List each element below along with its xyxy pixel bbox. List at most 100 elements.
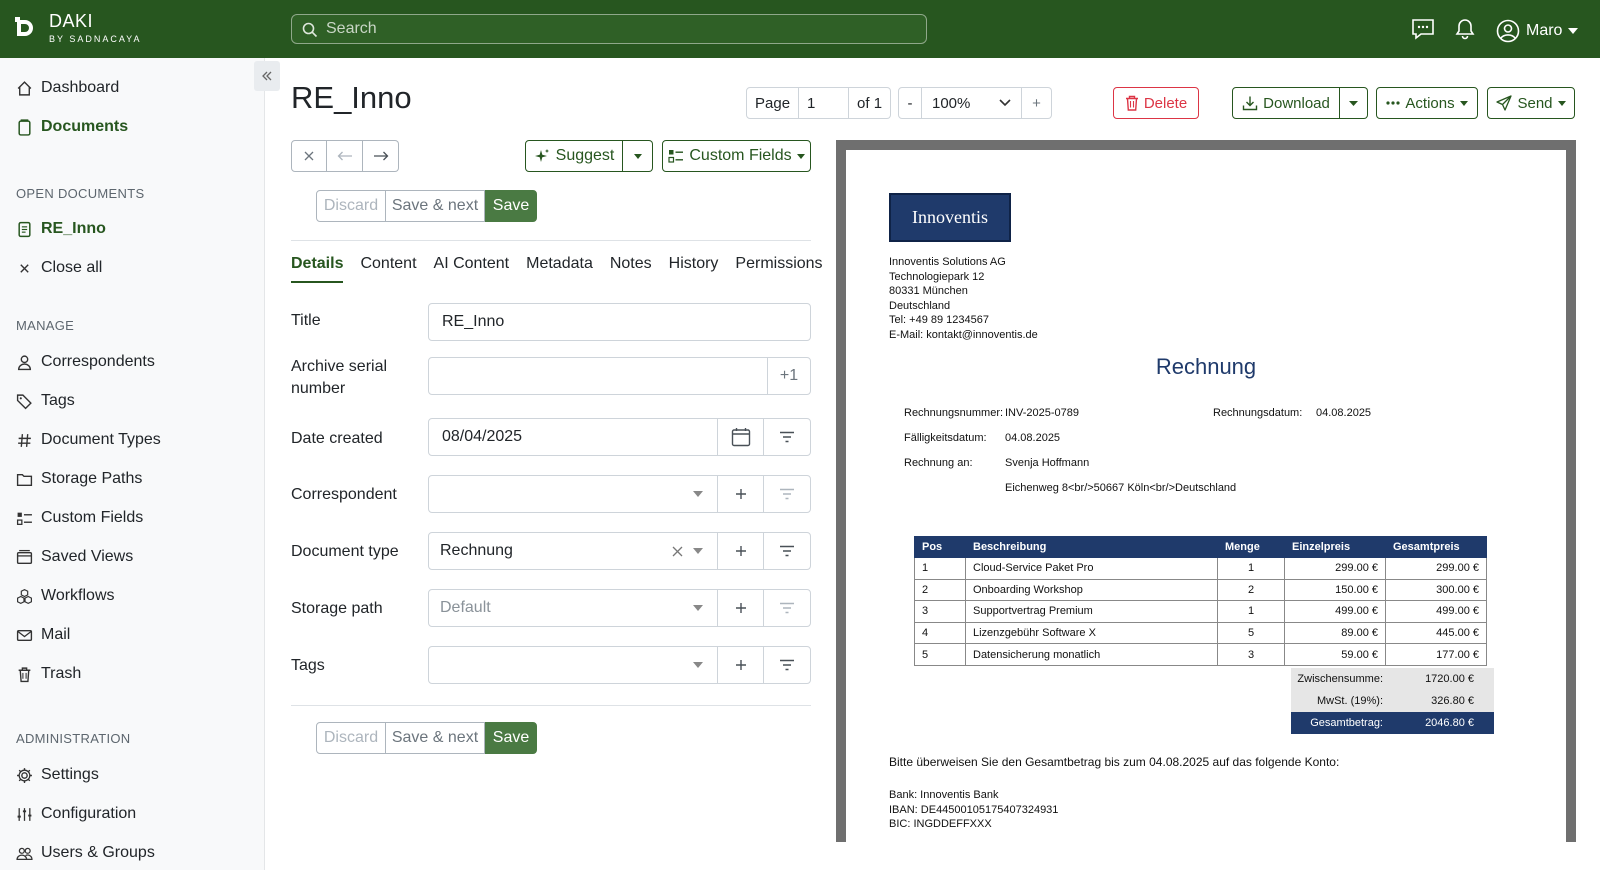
- save-next-button[interactable]: Save & next: [386, 190, 485, 222]
- sidebar-item-tags[interactable]: Tags: [16, 389, 75, 413]
- storage-path-filter-button[interactable]: [763, 589, 811, 627]
- download-options-button[interactable]: [1340, 87, 1368, 119]
- sidebar-item-label: Saved Views: [41, 548, 134, 565]
- discard-button[interactable]: Discard: [316, 722, 386, 754]
- datepicker-button[interactable]: [717, 418, 764, 456]
- sidebar-item-storage-paths[interactable]: Storage Paths: [16, 467, 142, 491]
- page-input[interactable]: 1: [799, 87, 850, 119]
- suggest-button[interactable]: Suggest: [525, 140, 623, 172]
- zoom-out-button[interactable]: -: [898, 87, 922, 119]
- download-button[interactable]: Download: [1232, 87, 1340, 119]
- sidebar-collapse-button[interactable]: [254, 61, 280, 91]
- column-header: Beschreibung: [965, 536, 1218, 558]
- plus-icon: [735, 603, 746, 613]
- cell-total: 177.00 €: [1385, 643, 1487, 666]
- discard-button[interactable]: Discard: [316, 190, 386, 222]
- save-next-button[interactable]: Save & next: [386, 722, 485, 754]
- search-input[interactable]: [326, 20, 926, 38]
- house-icon: [17, 80, 32, 96]
- sidebar-item-saved-views[interactable]: Saved Views: [16, 545, 133, 569]
- tab-content[interactable]: Content: [360, 255, 416, 283]
- clear-icon[interactable]: [672, 546, 683, 557]
- add-correspondent-button[interactable]: [717, 475, 764, 513]
- brand[interactable]: DAKI BY SADNACAYA: [49, 12, 142, 44]
- divider: [291, 705, 811, 706]
- zoom-in-button[interactable]: +: [1022, 87, 1052, 119]
- sidebar-item-open-doc[interactable]: RE_Inno: [16, 217, 106, 241]
- suggest-options-button[interactable]: [623, 140, 653, 172]
- invoice-date-value: 04.08.2025: [1316, 407, 1372, 419]
- hash-icon: [18, 433, 31, 447]
- tags-filter-button[interactable]: [763, 646, 811, 684]
- asn-input[interactable]: [429, 367, 767, 385]
- vat-row: MwSt. (19%): 326.80 €: [1291, 690, 1494, 712]
- subtotal-row: Zwischensumme: 1720.00 €: [1291, 668, 1494, 690]
- plus-icon: [735, 489, 746, 499]
- filter-icon: [780, 431, 794, 443]
- cell-pos: 4: [914, 621, 966, 645]
- zoom-select[interactable]: 100%: [922, 87, 1022, 119]
- sidebar-item-documents[interactable]: Documents: [16, 115, 128, 139]
- tab-history[interactable]: History: [669, 255, 719, 283]
- document-type-select[interactable]: Rechnung: [428, 532, 718, 570]
- sidebar-item-custom-fields[interactable]: Custom Fields: [16, 506, 143, 530]
- sidebar-item-trash[interactable]: Trash: [16, 662, 81, 686]
- sidebar-item-workflows[interactable]: Workflows: [16, 584, 115, 608]
- actions-button[interactable]: Actions: [1376, 87, 1478, 119]
- storage-path-select[interactable]: Default: [428, 589, 718, 627]
- title-field[interactable]: [428, 303, 811, 341]
- sidebar-item-configuration[interactable]: Configuration: [16, 802, 136, 826]
- sidebar-item-correspondents[interactable]: Correspondents: [16, 350, 155, 374]
- add-storage-path-button[interactable]: [717, 589, 764, 627]
- date-created-field[interactable]: [428, 418, 718, 456]
- previous-document-button[interactable]: [327, 140, 363, 172]
- document-type-filter-button[interactable]: [763, 532, 811, 570]
- app-logo-icon[interactable]: [15, 17, 35, 39]
- column-header: Einzelpreis: [1284, 536, 1386, 558]
- asn-field[interactable]: [428, 357, 768, 395]
- tab-permissions[interactable]: Permissions: [735, 255, 822, 283]
- tags-select[interactable]: [428, 646, 718, 684]
- sidebar-item-users-groups[interactable]: Users & Groups: [16, 841, 155, 865]
- asn-increment-button[interactable]: +1: [767, 357, 811, 395]
- tab-details[interactable]: Details: [291, 255, 344, 283]
- custom-fields-button[interactable]: Custom Fields: [662, 140, 811, 172]
- subtotal-value: 1720.00 €: [1425, 672, 1474, 685]
- caret-down-icon: [1349, 100, 1358, 106]
- address-line: Technologiepark 12: [889, 270, 985, 283]
- sidebar-item-mail[interactable]: Mail: [16, 623, 70, 647]
- title-input[interactable]: [429, 313, 810, 331]
- sidebar: [0, 58, 265, 870]
- sidebar-item-close-all[interactable]: Close all: [16, 256, 102, 280]
- chat-icon[interactable]: [1411, 18, 1435, 40]
- cell-pos: 5: [914, 643, 966, 666]
- tab-ai-content[interactable]: AI Content: [434, 255, 510, 283]
- send-button[interactable]: Send: [1487, 87, 1575, 119]
- add-document-type-button[interactable]: [717, 532, 764, 570]
- search-box[interactable]: [291, 14, 927, 44]
- save-button[interactable]: Save: [485, 722, 537, 754]
- filter-icon: [780, 545, 794, 557]
- sidebar-item-settings[interactable]: Settings: [16, 763, 99, 787]
- correspondent-select[interactable]: [428, 475, 718, 513]
- date-filter-button[interactable]: [763, 418, 811, 456]
- tab-notes[interactable]: Notes: [610, 255, 652, 283]
- tab-metadata[interactable]: Metadata: [526, 255, 593, 283]
- sidebar-item-dashboard[interactable]: Dashboard: [16, 76, 119, 100]
- correspondent-filter-button[interactable]: [763, 475, 811, 513]
- date-created-input[interactable]: [429, 428, 717, 446]
- pdf-page: Innoventis Innoventis Solutions AG Techn…: [846, 150, 1566, 842]
- table-row: 1 Cloud-Service Paket Pro 1 299.00 € 299…: [914, 557, 1487, 580]
- document-type-label: Document type: [291, 543, 399, 560]
- close-document-button[interactable]: [291, 140, 327, 172]
- cell-unit-price: 499.00 €: [1284, 600, 1386, 623]
- user-menu[interactable]: Maro: [1496, 19, 1579, 43]
- save-button[interactable]: Save: [485, 190, 537, 222]
- bell-icon[interactable]: [1455, 18, 1475, 40]
- bank-line: IBAN: DE44500105175407324931: [889, 803, 1059, 816]
- sidebar-item-document-types[interactable]: Document Types: [16, 428, 161, 452]
- add-tag-button[interactable]: [717, 646, 764, 684]
- delete-button[interactable]: Delete: [1113, 87, 1199, 119]
- next-document-button[interactable]: [363, 140, 399, 172]
- total-value: 2046.80 €: [1425, 716, 1474, 729]
